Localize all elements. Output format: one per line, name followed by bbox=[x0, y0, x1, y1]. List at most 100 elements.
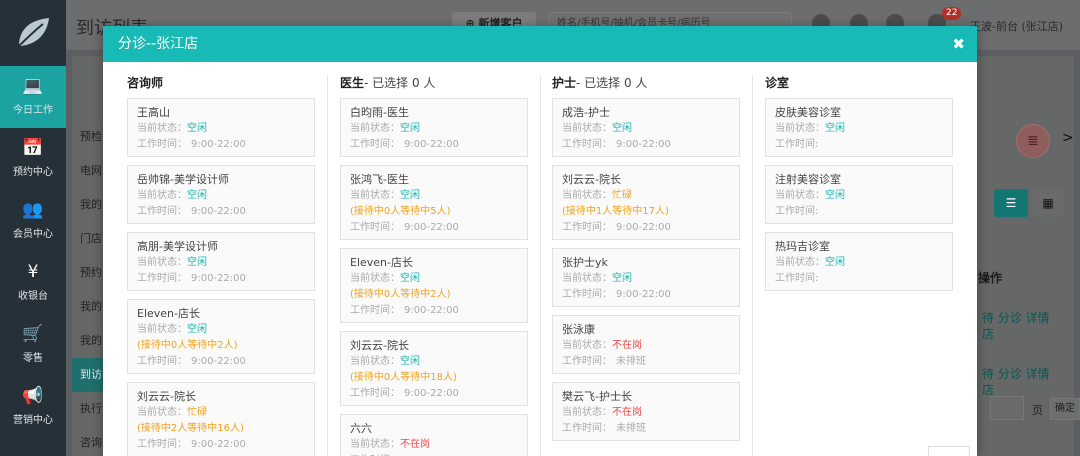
work-time-label: 工作时间： bbox=[562, 289, 612, 300]
room-card[interactable]: 注射美容诊室当前状态：空闲工作时间: bbox=[765, 165, 953, 224]
work-time-line: 工作时间: bbox=[775, 137, 943, 153]
work-time-line: 工作时间： 9:00-22:00 bbox=[562, 287, 730, 303]
ops-row-actions[interactable]: 待 分诊 详情 bbox=[982, 309, 1050, 326]
laptop-icon: 💻 bbox=[22, 76, 44, 96]
staff-name: 注射美容诊室 bbox=[775, 173, 841, 186]
column-nurse: 护士- 已选择 0 人成浩-护士 当前状态：空闲 工作时间： 9:00-22:00 刘云… bbox=[552, 76, 753, 456]
page-number-input[interactable] bbox=[990, 396, 1024, 420]
sidebar-item-cart[interactable]: 🛒 零售 bbox=[0, 314, 66, 376]
status-label: 当前状态： bbox=[137, 324, 187, 335]
status-label: 当前状态： bbox=[350, 439, 400, 450]
status-label: 当前状态： bbox=[350, 356, 400, 367]
work-time-line: 工作时间: bbox=[775, 271, 943, 287]
work-time-label: 工作时间: bbox=[775, 139, 819, 150]
work-time-label: 工作时间: bbox=[775, 206, 819, 217]
room-card[interactable]: 热玛吉诊室 当前状态：空闲 工作时间: bbox=[765, 232, 953, 291]
staff-name: 张护士yk bbox=[562, 256, 608, 269]
queue-info: (接待中1人等待中17人) bbox=[562, 206, 669, 217]
staff-name: 刘云云-院长 bbox=[350, 339, 409, 352]
staff-name: 六六 bbox=[350, 422, 372, 435]
nurse-card[interactable]: 樊云飞-护士长 当前状态：不在岗 工作时间： 未排班 bbox=[552, 382, 740, 441]
staff-name: 张鸿飞-医生 bbox=[350, 173, 409, 186]
current-user[interactable]: 王波-前台 (张江店) bbox=[970, 18, 1063, 34]
app-logo[interactable] bbox=[0, 0, 66, 66]
status-line: 当前状态：不在岗 bbox=[562, 405, 730, 421]
staff-name: 皮肤美容诊室 bbox=[775, 106, 841, 119]
page-confirm-button[interactable]: 确定 bbox=[1050, 398, 1080, 420]
column-room: 诊室 皮肤美容诊室 当前状态：空闲 工作时间: 注射美容诊室 当前状态：空闲 工作时间: 热玛… bbox=[765, 76, 966, 456]
triage-dialog: 分诊--张江店 ✖ 咨询师 王高山 当前状态：空闲 工作时间： 9:00-22:00 岳帅… bbox=[103, 26, 977, 456]
sidebar-item-laptop[interactable]: 💻 今日工作 bbox=[0, 66, 66, 128]
doctor-card[interactable]: 六六当前状态：不在岗工作时间： bbox=[340, 414, 528, 456]
status-label: 当前状态： bbox=[137, 123, 187, 134]
status-badge: 空闲 bbox=[187, 123, 207, 134]
leaf-logo-icon bbox=[16, 18, 49, 49]
doctor-card[interactable]: Eleven-店长 当前状态：空闲 (接待中0人等待中2人) 工作时间： 9:00-22… bbox=[340, 248, 528, 323]
status-label: 当前状态： bbox=[350, 273, 400, 284]
consultant-card[interactable]: 岳帅锦-美学设计师 当前状态：空闲 工作时间： 9:00-22:00 bbox=[127, 165, 315, 224]
sidebar-item-members[interactable]: 👥 会员中心 bbox=[0, 190, 66, 252]
ops-row-actions[interactable]: 待 分诊 详情 bbox=[982, 365, 1050, 382]
status-label: 当前状态： bbox=[137, 190, 187, 201]
staff-name: 刘云云-院长 bbox=[562, 173, 621, 186]
list-view-button[interactable]: ☰ bbox=[994, 189, 1028, 217]
status-line: 当前状态：忙碌 bbox=[137, 405, 305, 421]
work-time-label: 工作时间： bbox=[562, 222, 612, 233]
nurse-card[interactable]: 成浩-护士 当前状态：空闲 工作时间： 9:00-22:00 bbox=[552, 98, 740, 157]
chevron-right-icon[interactable]: > bbox=[1062, 130, 1074, 146]
consultant-card[interactable]: Eleven-店长 当前状态：空闲 (接待中0人等待中2人) 工作时间： 9:00-22… bbox=[127, 299, 315, 374]
queue-info: (接待中0人等待中2人) bbox=[137, 340, 238, 351]
yen-icon: ¥ bbox=[27, 262, 39, 282]
work-time-value: 9:00-22:00 bbox=[616, 139, 671, 150]
status-badge: 忙碌 bbox=[187, 407, 207, 418]
status-badge: 不在岗 bbox=[400, 439, 430, 450]
consultant-card[interactable]: 刘云云-院长 当前状态：忙碌 (接待中2人等待中16人) 工作时间： 9:00-22:0… bbox=[127, 382, 315, 456]
column-title-text: 护士 bbox=[552, 76, 577, 90]
status-line: 当前状态：空闲 bbox=[350, 188, 518, 204]
column-title: 诊室 bbox=[765, 76, 966, 90]
sidebar-item-label: 会员中心 bbox=[13, 229, 53, 240]
status-line: 当前状态：空闲 bbox=[775, 188, 943, 204]
work-time-value: 9:00-22:00 bbox=[191, 206, 246, 217]
consultant-card[interactable]: 王高山 当前状态：空闲 工作时间： 9:00-22:00 bbox=[127, 98, 315, 157]
sidebar: 💻 今日工作 📅 预约中心 👥 会员中心 ¥ 收银台 🛒 零售 📢 营销中心 bbox=[0, 0, 66, 456]
consultant-card[interactable]: 高朋-美学设计师 当前状态：空闲 工作时间： 9:00-22:00 bbox=[127, 232, 315, 291]
nurse-card[interactable]: 张泳康 当前状态：不在岗 工作时间： 未排班 bbox=[552, 315, 740, 374]
work-time-label: 工作时间： bbox=[137, 139, 187, 150]
status-label: 当前状态： bbox=[562, 273, 612, 284]
status-line: 当前状态：空闲 bbox=[350, 271, 518, 287]
grid-view-button[interactable]: ▦ bbox=[1032, 189, 1064, 217]
nurse-card[interactable]: 刘云云-院长 当前状态：忙碌 (接待中1人等待中17人) 工作时间： 9:00-22:0… bbox=[552, 165, 740, 240]
nurse-card[interactable]: 张护士yk 当前状态：空闲 工作时间： 9:00-22:00 bbox=[552, 248, 740, 307]
work-time-value: 未排班 bbox=[616, 356, 646, 367]
status-line: 当前状态：空闲 bbox=[775, 121, 943, 137]
modal-scroll-button[interactable] bbox=[928, 446, 970, 456]
sidebar-item-calendar[interactable]: 📅 预约中心 bbox=[0, 128, 66, 190]
staff-name: Eleven-店长 bbox=[350, 256, 413, 269]
staff-name: Eleven-店长 bbox=[137, 307, 200, 320]
work-time-line: 工作时间： 9:00-22:00 bbox=[137, 271, 305, 287]
sidebar-item-megaphone[interactable]: 📢 营销中心 bbox=[0, 376, 66, 438]
staff-name: 樊云飞-护士长 bbox=[562, 390, 632, 403]
column-consultant: 咨询师 王高山 当前状态：空闲 工作时间： 9:00-22:00 岳帅锦-美学设计师 当前状… bbox=[127, 76, 328, 456]
doctor-card[interactable]: 刘云云-院长 当前状态：空闲 (接待中0人等待中18人) 工作时间： 9:00-22:0… bbox=[340, 331, 528, 406]
sidebar-item-label: 零售 bbox=[23, 353, 43, 364]
status-label: 当前状态： bbox=[562, 407, 612, 418]
megaphone-icon: 📢 bbox=[22, 386, 44, 406]
status-label: 当前状态： bbox=[775, 257, 825, 268]
sidebar-item-yen[interactable]: ¥ 收银台 bbox=[0, 252, 66, 314]
status-line: 当前状态：空闲 bbox=[775, 255, 943, 271]
status-label: 当前状态： bbox=[137, 407, 187, 418]
close-icon[interactable]: ✖ bbox=[952, 26, 965, 62]
record-icon[interactable]: ≣ bbox=[1016, 124, 1050, 158]
work-time-line: 工作时间: bbox=[775, 204, 943, 220]
status-label: 当前状态： bbox=[775, 190, 825, 201]
selected-count: - 已选择 0 人 bbox=[576, 76, 648, 90]
work-time-label: 工作时间： bbox=[137, 439, 187, 450]
notification-badge: 22 bbox=[942, 7, 962, 20]
room-card[interactable]: 皮肤美容诊室当前状态：空闲工作时间: bbox=[765, 98, 953, 157]
status-label: 当前状态： bbox=[350, 190, 400, 201]
doctor-card[interactable]: 张鸿飞-医生 当前状态：空闲 (接待中0人等待中5人) 工作时间： 9:00-22:00 bbox=[340, 165, 528, 240]
doctor-card[interactable]: 白昀雨-医生 当前状态：空闲 工作时间： 9:00-22:00 bbox=[340, 98, 528, 157]
work-time-label: 工作时间： bbox=[562, 356, 612, 367]
